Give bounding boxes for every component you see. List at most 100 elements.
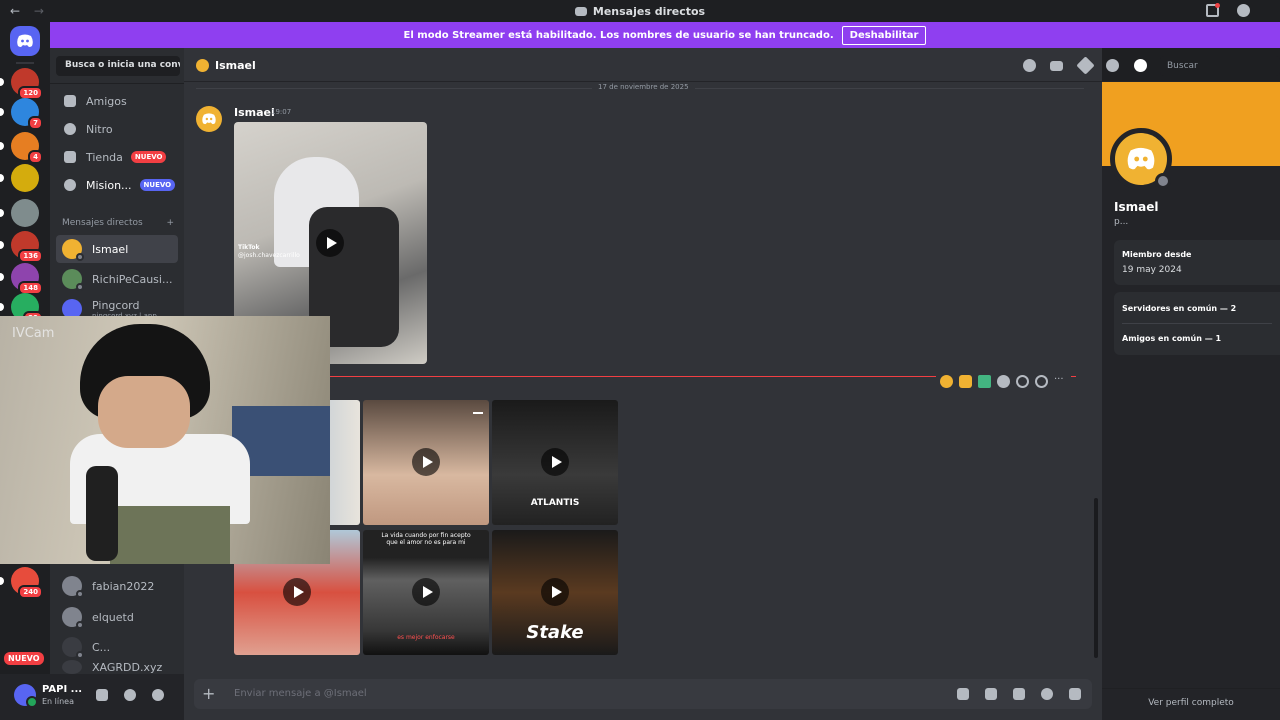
gift-icon[interactable] bbox=[957, 688, 969, 700]
sidebar-item-quests[interactable]: Mision... NUEVO bbox=[56, 172, 178, 198]
server-icon[interactable]: 136 bbox=[11, 231, 43, 263]
server-icon[interactable] bbox=[11, 199, 39, 227]
tile-caption-bottom: es mejor enfocarse bbox=[397, 634, 455, 641]
play-button-icon[interactable] bbox=[283, 578, 311, 606]
laughing-emoji-icon[interactable] bbox=[940, 375, 953, 388]
chat-scrollbar[interactable] bbox=[1094, 498, 1098, 658]
create-dm-icon[interactable]: + bbox=[166, 218, 174, 228]
user-profile-icon[interactable] bbox=[1134, 59, 1147, 72]
composer-input[interactable]: Enviar mensaje a @Ismael bbox=[234, 688, 367, 699]
add-friends-to-dm-icon[interactable] bbox=[1106, 59, 1119, 72]
reply-icon[interactable] bbox=[1016, 375, 1029, 388]
check-emoji-icon[interactable] bbox=[978, 375, 991, 388]
server-icon[interactable] bbox=[11, 164, 39, 192]
mention-badge: 136 bbox=[18, 249, 43, 263]
gif-icon[interactable] bbox=[985, 688, 997, 700]
shop-icon bbox=[64, 151, 76, 163]
title-bar: ← → Mensajes directos bbox=[0, 0, 1280, 22]
tile-caption: Stake bbox=[526, 622, 584, 643]
dm-item-xagrdd[interactable]: XAGRDD.xyz bbox=[56, 660, 178, 674]
tiktok-handle: @josh.chavezcarrillo bbox=[238, 252, 300, 259]
server-icon[interactable]: 240 bbox=[11, 567, 43, 599]
home-button[interactable] bbox=[10, 26, 40, 56]
forward-icon[interactable] bbox=[1035, 375, 1048, 388]
dm-item-ismael[interactable]: Ismael bbox=[56, 235, 178, 263]
unread-pip bbox=[0, 108, 4, 116]
media-tile[interactable]: ATLANTIS bbox=[492, 400, 618, 525]
server-icon[interactable]: 120 bbox=[11, 68, 43, 100]
inbox-icon[interactable] bbox=[1206, 3, 1220, 17]
dm-icon bbox=[574, 7, 587, 16]
profile-avatar[interactable] bbox=[1110, 128, 1172, 190]
add-reaction-icon[interactable] bbox=[997, 375, 1010, 388]
cam-label: IVCam bbox=[12, 326, 55, 341]
unread-pip bbox=[0, 303, 4, 311]
unread-pip bbox=[0, 273, 4, 281]
message-composer[interactable]: + Enviar mensaje a @Ismael bbox=[194, 679, 1092, 709]
profile-footer-divider bbox=[1102, 688, 1280, 689]
play-button-icon[interactable] bbox=[412, 448, 440, 476]
tiktok-watermark: TikTok bbox=[238, 244, 260, 251]
download-icon[interactable] bbox=[473, 404, 483, 414]
play-button-icon[interactable] bbox=[541, 448, 569, 476]
mention-badge: 4 bbox=[28, 150, 43, 164]
help-icon[interactable] bbox=[1237, 4, 1250, 17]
thumbs-up-emoji-icon[interactable] bbox=[959, 375, 972, 388]
disable-streamer-button[interactable]: Deshabilitar bbox=[841, 25, 927, 45]
video-call-icon[interactable] bbox=[1050, 61, 1063, 71]
date-divider: 17 de noviembre de 2025 bbox=[196, 83, 1084, 91]
unread-pip bbox=[0, 78, 4, 86]
channel-avatar bbox=[196, 59, 209, 72]
user-avatar[interactable] bbox=[14, 684, 38, 708]
search-input[interactable]: Buscar bbox=[1160, 56, 1280, 76]
sticker-icon[interactable] bbox=[1013, 688, 1025, 700]
microphone-icon[interactable] bbox=[96, 689, 108, 701]
rail-new-badge: NUEVO bbox=[4, 652, 44, 665]
window-title: Mensajes directos bbox=[0, 5, 1280, 18]
more-options-icon[interactable]: ··· bbox=[1054, 375, 1067, 388]
unread-pip bbox=[0, 209, 4, 217]
play-button-icon[interactable] bbox=[412, 578, 440, 606]
user-name: PAPI ... bbox=[42, 684, 83, 695]
streamer-mode-banner: El modo Streamer está habilitado. Los no… bbox=[50, 22, 1280, 48]
cam-arm bbox=[86, 466, 118, 561]
media-tile[interactable]: Stake bbox=[492, 530, 618, 655]
voice-call-icon[interactable] bbox=[1023, 59, 1036, 72]
find-conversation-input[interactable]: Busca o inicia una conv... bbox=[56, 56, 180, 76]
discord-logo-icon bbox=[17, 34, 33, 47]
headphones-icon[interactable] bbox=[124, 689, 136, 701]
message-author[interactable]: Ismael bbox=[234, 106, 275, 119]
server-icon[interactable]: 4 bbox=[11, 132, 43, 164]
tile-caption: ATLANTIS bbox=[530, 498, 580, 508]
server-icon[interactable]: 148 bbox=[11, 263, 43, 295]
server-icon[interactable]: 7 bbox=[11, 98, 43, 130]
avatar bbox=[62, 269, 84, 291]
sidebar-item-friends[interactable]: Amigos bbox=[56, 88, 178, 114]
mutual-servers[interactable]: Servidores en común — 2 bbox=[1122, 298, 1272, 323]
apps-icon[interactable] bbox=[1069, 688, 1081, 700]
dm-item-richi[interactable]: RichiPeCausi... bbox=[56, 265, 178, 293]
channel-header: Ismael Buscar bbox=[184, 48, 1280, 82]
avatar bbox=[62, 576, 84, 598]
friends-icon bbox=[64, 95, 76, 107]
view-full-profile-link[interactable]: Ver perfil completo bbox=[1102, 698, 1280, 708]
add-attachment-icon[interactable]: + bbox=[202, 684, 215, 703]
sidebar-item-nitro[interactable]: Nitro bbox=[56, 116, 178, 142]
sidebar-item-shop[interactable]: Tienda NUEVO bbox=[56, 144, 178, 170]
play-button-icon[interactable] bbox=[316, 229, 344, 257]
dm-item-elquetd[interactable]: elquetd bbox=[56, 603, 178, 631]
emoji-icon[interactable] bbox=[1041, 688, 1053, 700]
cam-pants bbox=[110, 506, 230, 564]
mutual-friends[interactable]: Amigos en común — 1 bbox=[1122, 324, 1272, 349]
message-avatar[interactable] bbox=[196, 106, 222, 132]
user-profile-panel: Ismael p... Miembro desde 19 may 2024 Se… bbox=[1102, 82, 1280, 720]
discord-logo-icon bbox=[1127, 147, 1155, 170]
play-button-icon[interactable] bbox=[541, 578, 569, 606]
dm-item-c[interactable]: C... bbox=[56, 633, 178, 661]
media-tile[interactable]: La vida cuando por fin acepto que el amo… bbox=[363, 530, 489, 655]
media-tile[interactable] bbox=[363, 400, 489, 525]
message-timestamp: 19:07 bbox=[271, 108, 292, 116]
pinned-messages-icon[interactable] bbox=[1076, 56, 1095, 75]
dm-item-fabian[interactable]: fabian2022 bbox=[56, 572, 178, 600]
settings-gear-icon[interactable] bbox=[152, 689, 164, 701]
